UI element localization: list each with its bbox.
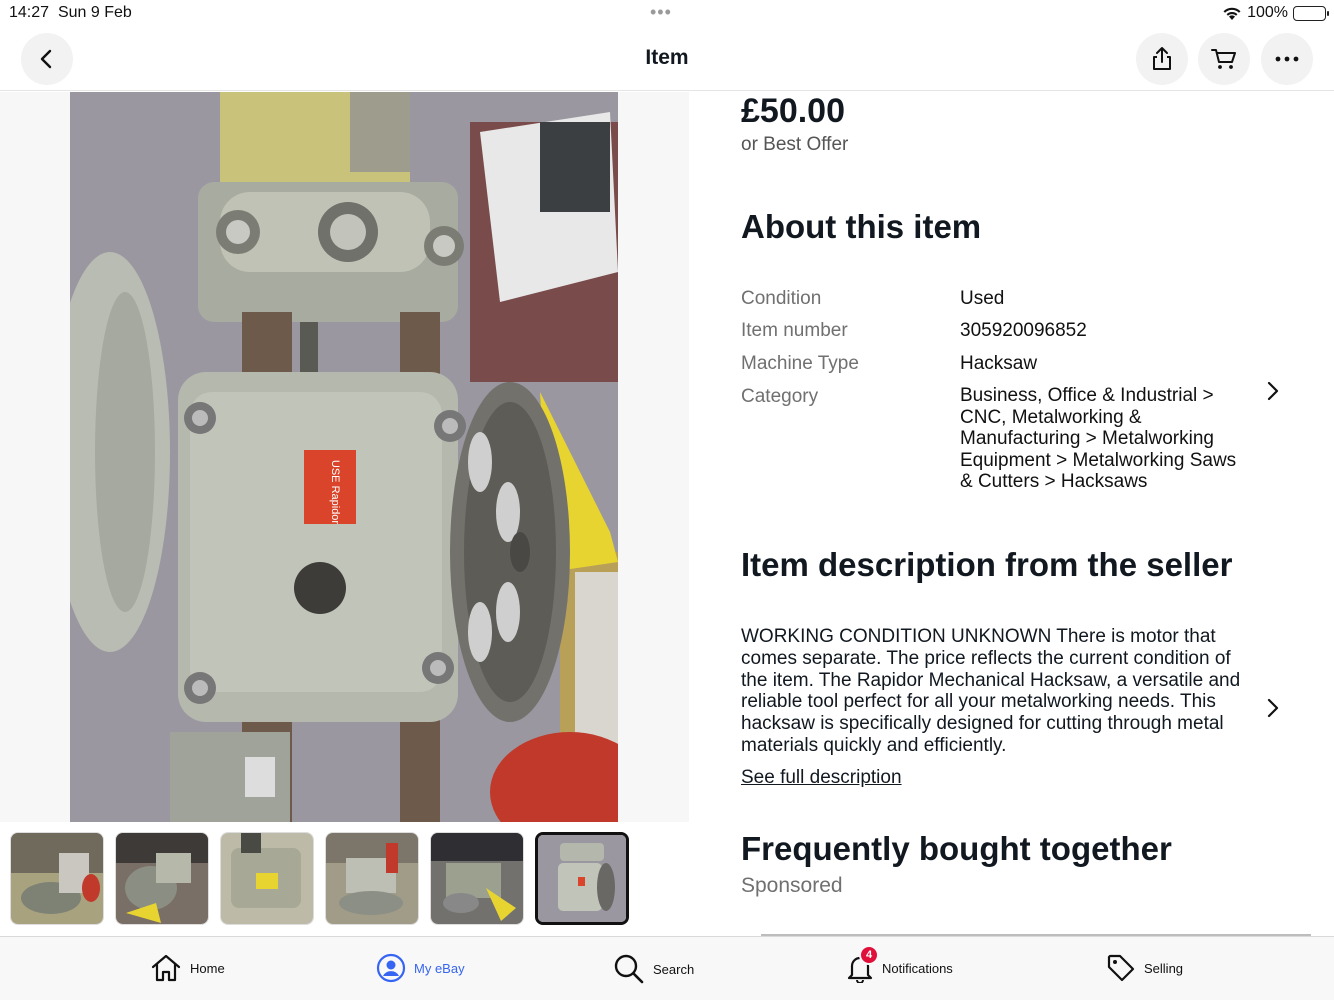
- frequently-bought-heading: Frequently bought together: [741, 830, 1172, 867]
- description-line: comes separate. The price reflects the c…: [741, 647, 1231, 669]
- tab-my-ebay[interactable]: My eBay: [376, 953, 465, 983]
- description-heading: Item description from the seller: [741, 546, 1233, 583]
- sponsored-label: Sponsored: [741, 874, 843, 897]
- description-line: WORKING CONDITION UNKNOWN There is motor…: [741, 626, 1216, 647]
- wifi-icon: [1223, 7, 1241, 20]
- thumbnail-4[interactable]: [325, 832, 419, 925]
- tab-bar: Home My eBay Search 4 Notifications Sell…: [0, 936, 1334, 1000]
- status-time: 14:27 Sun 9 Feb: [9, 4, 132, 21]
- multitasking-dots[interactable]: •••: [650, 2, 672, 23]
- status-bar: 14:27 Sun 9 Feb ••• 100%: [0, 0, 1334, 26]
- description-line: the item. The Rapidor Mechanical Hacksaw…: [741, 669, 1241, 691]
- best-offer-text: or Best Offer: [741, 134, 849, 155]
- see-full-description-link[interactable]: See full description: [741, 767, 902, 789]
- category-line: Business, Office & Industrial >: [960, 385, 1214, 406]
- category-line: & Cutters > Hacksaws: [960, 471, 1148, 492]
- description-chevron-icon[interactable]: [1265, 697, 1281, 719]
- home-icon: [151, 954, 181, 982]
- share-button[interactable]: [1136, 33, 1188, 85]
- tab-notifications-label: Notifications: [882, 960, 953, 976]
- search-icon: [614, 954, 644, 984]
- battery-icon: [1293, 5, 1329, 21]
- spec-label-condition: Condition: [741, 288, 822, 309]
- item-price: £50.00: [741, 92, 845, 130]
- seller-description[interactable]: WORKING CONDITION UNKNOWN There is motor…: [741, 626, 1256, 757]
- thumbnail-strip: [10, 832, 629, 925]
- cart-icon: [1211, 49, 1236, 69]
- main-product-image[interactable]: USE Rapidor: [70, 92, 618, 822]
- more-button[interactable]: [1261, 33, 1313, 85]
- spec-value-item-number: 305920096852: [960, 320, 1087, 341]
- tab-notifications[interactable]: 4 Notifications: [846, 945, 953, 984]
- spec-value-condition: Used: [960, 288, 1005, 309]
- category-chevron-icon[interactable]: [1265, 380, 1281, 402]
- spec-value-category[interactable]: Business, Office & Industrial > CNC, Met…: [960, 385, 1236, 493]
- page-title: Item: [645, 46, 689, 69]
- tab-search-label: Search: [653, 961, 695, 977]
- tab-search[interactable]: Search: [613, 953, 694, 985]
- tab-home[interactable]: Home: [150, 953, 225, 983]
- thumbnail-6[interactable]: [535, 832, 629, 925]
- share-icon: [1153, 47, 1171, 70]
- tag-icon: [1107, 954, 1135, 982]
- battery-percent: 100%: [1247, 4, 1288, 21]
- status-date: Sun 9 Feb: [57, 4, 132, 21]
- about-heading: About this item: [741, 208, 982, 245]
- category-line: CNC, Metalworking &: [960, 406, 1142, 428]
- rapidor-label: USE Rapidor: [329, 460, 341, 525]
- more-icon: [1275, 56, 1299, 62]
- thumbnail-1[interactable]: [10, 832, 104, 925]
- thumbnail-5[interactable]: [430, 832, 524, 925]
- description-line: hacksaw is specifically designed for cut…: [741, 713, 1224, 735]
- description-line: reliable tool perfect for all your metal…: [741, 691, 1216, 713]
- tab-selling[interactable]: Selling: [1106, 953, 1183, 983]
- spec-label-machine-type: Machine Type: [741, 353, 859, 374]
- nav-bar: Item: [0, 26, 1334, 91]
- spec-label-item-number: Item number: [741, 320, 848, 341]
- spec-label-category: Category: [741, 386, 819, 407]
- bell-icon-wrap: 4: [846, 945, 879, 984]
- notification-badge: 4: [859, 945, 879, 965]
- tab-my-ebay-label: My eBay: [414, 960, 465, 976]
- status-indicators: 100%: [1222, 4, 1329, 22]
- image-gallery: USE Rapidor: [0, 92, 689, 822]
- user-icon: [376, 953, 406, 983]
- cart-button[interactable]: [1198, 33, 1250, 85]
- category-line: Manufacturing > Metalworking: [960, 428, 1214, 449]
- description-line: materials quickly and efficiently.: [741, 734, 1007, 756]
- tab-home-label: Home: [190, 960, 225, 976]
- spec-value-machine-type: Hacksaw: [960, 353, 1038, 374]
- thumbnail-2[interactable]: [115, 832, 209, 925]
- category-line: Equipment > Metalworking Saws: [960, 449, 1237, 471]
- thumbnail-3[interactable]: [220, 832, 314, 925]
- tab-selling-label: Selling: [1144, 960, 1184, 976]
